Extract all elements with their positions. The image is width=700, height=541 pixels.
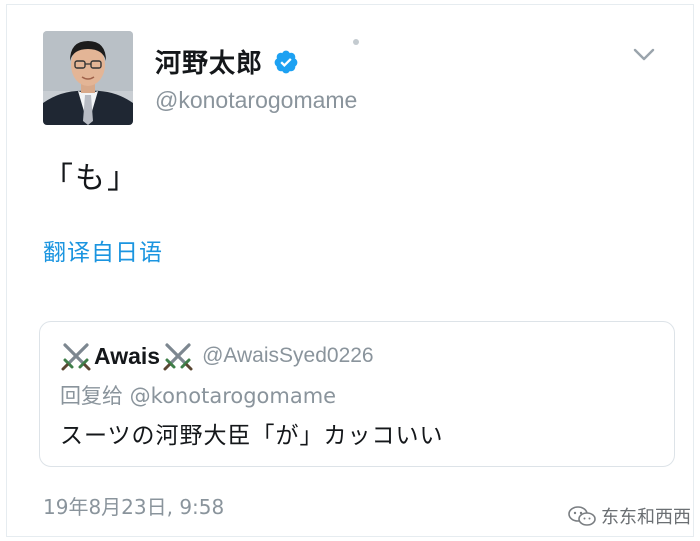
tweet-text: 「も」: [43, 161, 139, 196]
translate-link[interactable]: 翻译自日语: [43, 233, 163, 267]
watermark: 东东和西西: [567, 503, 691, 529]
quoted-author-name[interactable]: Awais: [94, 343, 160, 370]
quoted-tweet-text: スーツの河野大臣「が」カッコいい: [60, 423, 444, 449]
author-name-row: 河野太郎: [155, 43, 299, 80]
quoted-tweet[interactable]: Awais @AwaisSyed0226 回复给 @konotarogomame…: [39, 321, 675, 467]
crossed-swords-icon: [61, 343, 91, 371]
reply-to-label: 回复给 @konotarogomame: [60, 384, 337, 408]
crossed-swords-icon: [163, 343, 193, 371]
watermark-label: 东东和西西: [601, 507, 691, 528]
author-display-name[interactable]: 河野太郎: [155, 43, 263, 80]
chevron-down-icon[interactable]: [631, 45, 657, 65]
wechat-logo-icon: [568, 506, 596, 526]
author-handle[interactable]: @konotarogomame: [155, 87, 357, 114]
avatar[interactable]: [43, 31, 133, 125]
quoted-tweet-header: Awais @AwaisSyed0226: [60, 340, 374, 372]
tweet-card: 河野太郎 @konotarogomame 「も」 翻译自日语 Awais @Aw…: [6, 4, 694, 537]
verified-badge-icon: [274, 50, 298, 73]
quoted-author-handle[interactable]: @AwaisSyed0226: [202, 344, 374, 368]
tweet-timestamp[interactable]: 19年8月23日, 9:58: [43, 491, 224, 520]
avatar-image: [43, 31, 133, 125]
status-dot: [353, 39, 359, 45]
